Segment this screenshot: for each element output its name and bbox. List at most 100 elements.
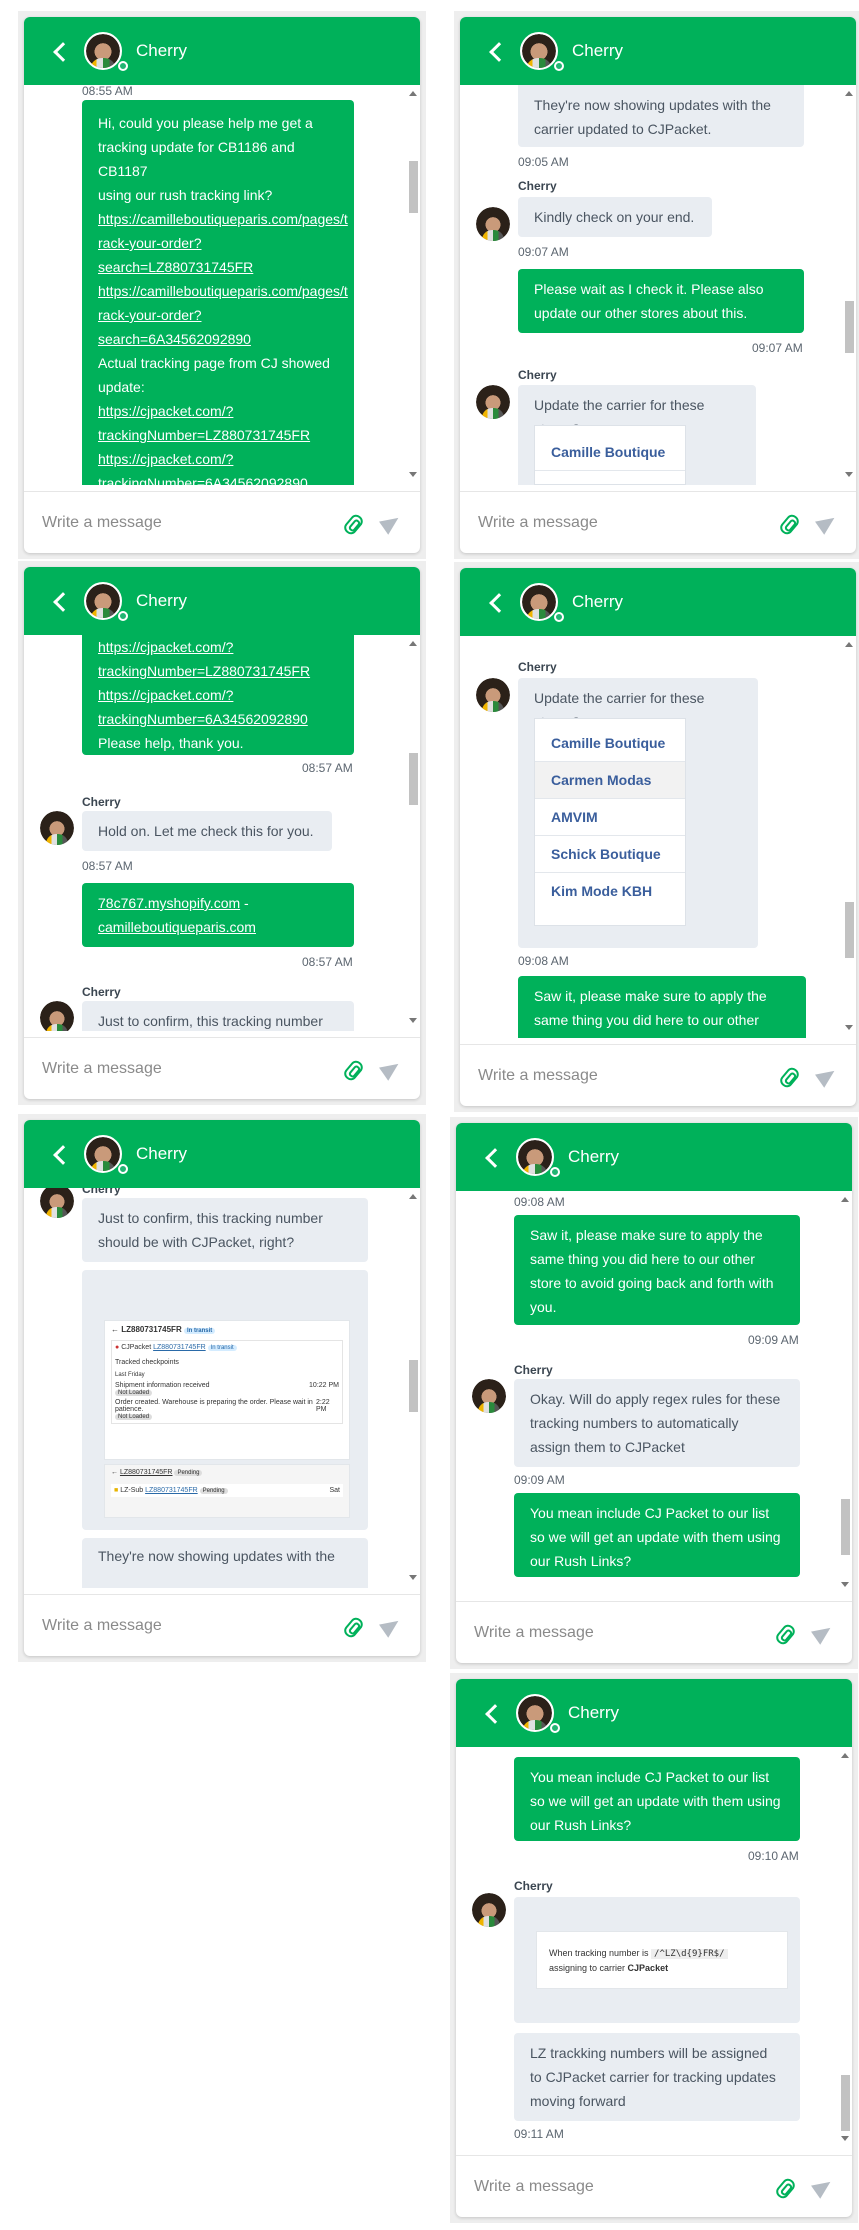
tracking-link[interactable]: rack-your-order?: [98, 303, 338, 327]
scrollbar[interactable]: [844, 642, 854, 1030]
message-list[interactable]: https://cjpacket.com/? trackingNumber=LZ…: [24, 635, 420, 1031]
scrollbar[interactable]: [408, 1194, 418, 1580]
back-chevron-icon[interactable]: [488, 590, 506, 614]
tracking-screenshot[interactable]: ← LZ880731745FR In transit ● CJPacket LZ…: [104, 1320, 350, 1460]
message-list[interactable]: 09:08 AM Saw it, please make sure to app…: [456, 1191, 852, 1595]
agent-avatar: [40, 1001, 74, 1031]
regex-rule-screenshot[interactable]: When tracking number is /^LZ\d{9}FR$/ as…: [536, 1931, 788, 1989]
message-list[interactable]: They're now showing updates with the car…: [460, 85, 856, 485]
tracking-link[interactable]: search=6A34562092890: [98, 327, 338, 351]
tracking-link[interactable]: rack-your-order?: [98, 231, 338, 255]
incoming-message: Kindly check on your end.: [518, 197, 712, 237]
cj-link[interactable]: https://cjpacket.com/?: [98, 683, 338, 707]
incoming-message: LZ trackking numbers will be assigned to…: [514, 2033, 800, 2121]
send-icon[interactable]: [816, 1065, 838, 1087]
attachment-icon[interactable]: [774, 1622, 796, 1644]
store-item[interactable]: Schick Boutique: [535, 836, 685, 873]
cj-link[interactable]: https://cjpacket.com/?: [98, 447, 338, 471]
send-icon[interactable]: [380, 1058, 402, 1080]
attachment-icon[interactable]: [342, 512, 364, 534]
tracking-link[interactable]: search=LZ880731745FR: [98, 255, 338, 279]
store-list: Camille Boutique Carmen Modas AMVIM Schi…: [534, 718, 686, 926]
message-list[interactable]: Cherry Just to confirm, this tracking nu…: [24, 1188, 420, 1588]
tracking-screenshot-2[interactable]: ← LZ880731745FR Pending ■ LZ-Sub LZ88073…: [104, 1464, 350, 1518]
cj-link[interactable]: trackingNumber=6A34562092890: [98, 471, 338, 485]
message-text: tracking update for CB1186 and CB1187: [98, 139, 295, 179]
attachment-icon[interactable]: [342, 1058, 364, 1080]
store-list: Camille Boutique: [534, 425, 686, 485]
chat-window: Cherry They're now showing updates with …: [460, 17, 856, 553]
tracking-link[interactable]: https://camilleboutiqueparis.com/pages/t: [98, 279, 348, 303]
message-input[interactable]: Write a message: [478, 514, 778, 532]
message-list[interactable]: Cherry Update the carrier for these stor…: [460, 636, 856, 1038]
message-text: You mean include CJ Packet to our list: [530, 1769, 770, 1785]
agent-avatar: [476, 678, 510, 712]
chat-header: Cherry: [24, 17, 420, 85]
attachment-icon[interactable]: [774, 2176, 796, 2198]
scrollbar[interactable]: [408, 91, 418, 477]
message-input[interactable]: Write a message: [42, 1060, 342, 1078]
attachment-icon[interactable]: [778, 512, 800, 534]
message-text: update:: [98, 379, 145, 395]
scrollbar[interactable]: [840, 1197, 850, 1587]
attachment-icon[interactable]: [342, 1615, 364, 1637]
agent-avatar: [516, 1138, 554, 1176]
scrollbar[interactable]: [844, 91, 854, 477]
chat-window: Cherry 09:08 AM Saw it, please make sure…: [456, 1123, 852, 1663]
agent-name: Cherry: [136, 1144, 188, 1163]
message-input[interactable]: Write a message: [478, 1067, 778, 1085]
back-chevron-icon[interactable]: [484, 1145, 502, 1169]
sender-name: Cherry: [82, 1188, 121, 1196]
store-item[interactable]: Camille Boutique: [535, 434, 685, 471]
back-chevron-icon[interactable]: [52, 589, 70, 613]
store-item[interactable]: AMVIM: [535, 799, 685, 836]
back-chevron-icon[interactable]: [52, 1142, 70, 1166]
online-dot-icon: [554, 61, 564, 71]
message-input[interactable]: Write a message: [474, 2178, 774, 2196]
send-icon[interactable]: [812, 2176, 834, 2198]
store-item[interactable]: Carmen Modas: [535, 762, 685, 799]
cj-link[interactable]: trackingNumber=LZ880731745FR: [98, 659, 338, 683]
back-chevron-icon[interactable]: [52, 39, 70, 63]
online-dot-icon: [118, 611, 128, 621]
send-icon[interactable]: [812, 1622, 834, 1644]
message-input[interactable]: Write a message: [42, 1617, 342, 1635]
shop-link[interactable]: 78c767.myshopify.com: [98, 895, 240, 911]
cj-link[interactable]: https://cjpacket.com/?: [98, 635, 338, 659]
message-text: Saw it, please make sure to apply the: [530, 1227, 763, 1243]
store-item[interactable]: Kim Mode KBH: [535, 873, 685, 910]
online-dot-icon: [118, 61, 128, 71]
message-list[interactable]: You mean include CJ Packet to our list s…: [456, 1747, 852, 2149]
agent-avatar: [520, 583, 558, 621]
agent-name: Cherry: [572, 592, 624, 611]
message-input[interactable]: Write a message: [42, 514, 342, 532]
tracking-link[interactable]: https://camilleboutiqueparis.com/pages/t: [98, 207, 348, 231]
outgoing-message: 78c767.myshopify.com - camilleboutiquepa…: [82, 883, 354, 947]
back-chevron-icon[interactable]: [484, 1701, 502, 1725]
chat-panel-3: Cherry https://cjpacket.com/? trackingNu…: [18, 561, 426, 1105]
cj-link[interactable]: trackingNumber=6A34562092890: [98, 707, 338, 731]
send-icon[interactable]: [816, 512, 838, 534]
message-text: using our rush tracking link?: [98, 187, 273, 203]
send-icon[interactable]: [380, 512, 402, 534]
scrollbar[interactable]: [840, 1753, 850, 2141]
cj-link[interactable]: trackingNumber=LZ880731745FR: [98, 423, 338, 447]
store-item[interactable]: Camille Boutique: [535, 725, 685, 762]
message-time: 09:07 AM: [518, 245, 569, 259]
message-time: 09:10 AM: [748, 1849, 799, 1863]
cj-link[interactable]: https://cjpacket.com/?: [98, 399, 338, 423]
composer: Write a message: [460, 491, 856, 553]
attachment-icon[interactable]: [778, 1065, 800, 1087]
chat-panel-4: Cherry Cherry Update the carrier for the…: [454, 562, 859, 1112]
shop-link[interactable]: camilleboutiqueparis.com: [98, 915, 338, 939]
message-time: 09:08 AM: [514, 1195, 565, 1209]
agent-name: Cherry: [136, 591, 188, 610]
send-icon[interactable]: [380, 1615, 402, 1637]
back-chevron-icon[interactable]: [488, 39, 506, 63]
chat-window: Cherry 08:55 AM Hi, could you please hel…: [24, 17, 420, 553]
message-input[interactable]: Write a message: [474, 1624, 774, 1642]
message-list[interactable]: 08:55 AM Hi, could you please help me ge…: [24, 85, 420, 485]
scrollbar[interactable]: [408, 641, 418, 1023]
chat-window: Cherry https://cjpacket.com/? trackingNu…: [24, 567, 420, 1099]
online-dot-icon: [550, 1723, 560, 1733]
